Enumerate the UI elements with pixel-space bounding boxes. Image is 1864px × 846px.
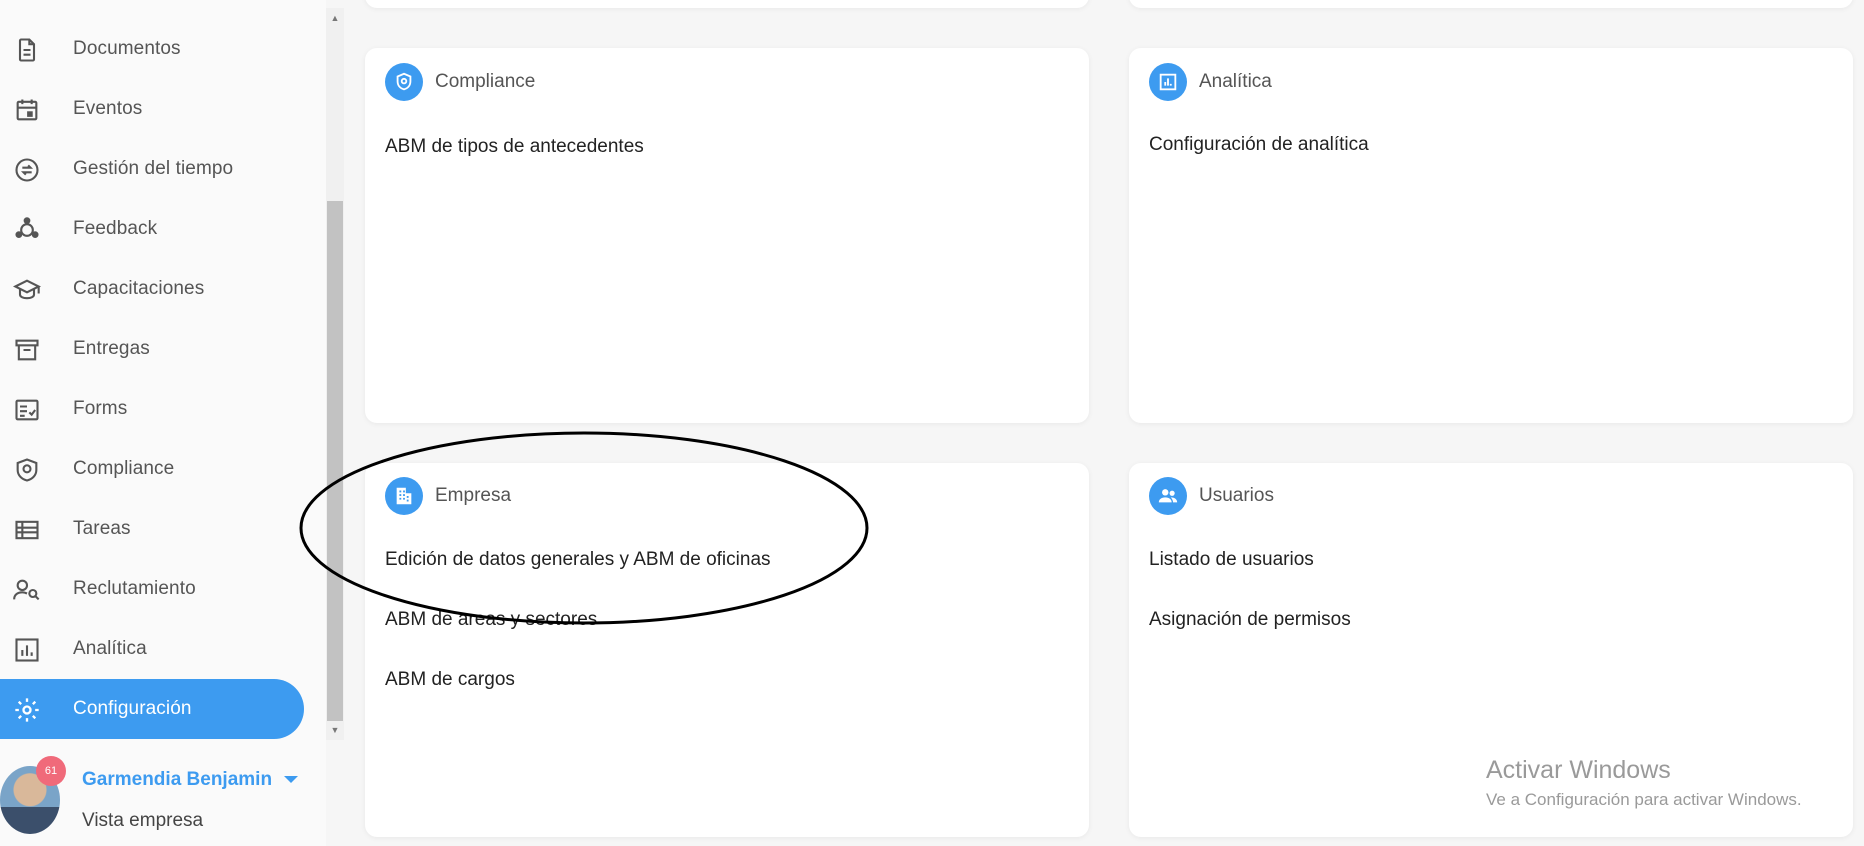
sidebar-item-entregas[interactable]: Entregas <box>0 319 304 379</box>
graduation-cap-icon <box>13 276 41 304</box>
bar-chart-icon <box>1149 63 1187 101</box>
sidebar-item-feedback[interactable]: Feedback <box>0 199 304 259</box>
card-partial-top-left <box>365 0 1089 8</box>
link-configuracion-analitica[interactable]: Configuración de analítica <box>1149 134 1369 156</box>
card-header: Compliance <box>385 63 535 101</box>
card-header: Empresa <box>385 477 511 515</box>
sidebar-item-configuracion[interactable]: Configuración <box>0 679 304 739</box>
sidebar-item-label: Feedback <box>73 218 158 239</box>
empresa-card: Empresa Edición de datos generales y ABM… <box>365 463 1089 837</box>
sidebar: Documentos Eventos Gestión del tiempo Fe… <box>0 0 326 846</box>
sidebar-item-reclutamiento[interactable]: Reclutamiento <box>0 559 304 619</box>
windows-activation-title: Activar Windows <box>1486 756 1671 784</box>
time-exchange-icon <box>13 156 41 184</box>
archive-box-icon <box>13 336 41 364</box>
sidebar-item-label: Compliance <box>73 458 175 479</box>
sidebar-item-label: Eventos <box>73 98 143 119</box>
sidebar-item-label: Documentos <box>73 38 181 59</box>
chevron-down-icon[interactable] <box>284 776 298 783</box>
user-view-label: Vista empresa <box>82 810 204 831</box>
sidebar-item-label: Configuración <box>73 698 192 719</box>
card-header: Analítica <box>1149 63 1272 101</box>
task-list-icon <box>13 516 41 544</box>
card-title: Analítica <box>1199 71 1272 92</box>
sidebar-item-label: Capacitaciones <box>73 278 205 299</box>
sidebar-scrollbar[interactable]: ▲ ▼ <box>326 8 344 740</box>
card-partial-top-right <box>1129 0 1853 8</box>
card-title: Empresa <box>435 485 512 506</box>
shield-icon <box>385 63 423 101</box>
sidebar-item-label: Reclutamiento <box>73 578 196 599</box>
compliance-card: Compliance ABM de tipos de antecedentes <box>365 48 1089 423</box>
notification-badge[interactable]: 61 <box>36 756 66 786</box>
document-icon <box>13 36 41 64</box>
checklist-form-icon <box>13 396 41 424</box>
sidebar-item-label: Entregas <box>73 338 150 359</box>
sidebar-item-label: Forms <box>73 398 128 419</box>
gear-icon <box>13 696 41 724</box>
feedback-icon <box>13 216 41 244</box>
sidebar-item-label: Tareas <box>73 518 131 539</box>
sidebar-item-gestion-del-tiempo[interactable]: Gestión del tiempo <box>0 139 304 199</box>
building-icon <box>385 477 423 515</box>
link-abm-areas-sectores[interactable]: ABM de areas y sectores <box>385 609 597 631</box>
sidebar-item-analitica[interactable]: Analítica <box>0 619 304 679</box>
sidebar-item-label: Gestión del tiempo <box>73 158 234 179</box>
user-name[interactable]: Garmendia Benjamin <box>82 769 272 791</box>
sidebar-item-forms[interactable]: Forms <box>0 379 304 439</box>
link-edicion-datos-generales[interactable]: Edición de datos generales y ABM de ofic… <box>385 549 771 571</box>
bar-chart-icon <box>13 636 41 664</box>
shield-icon <box>13 456 41 484</box>
scroll-thumb[interactable] <box>327 201 343 721</box>
sidebar-item-compliance[interactable]: Compliance <box>0 439 304 499</box>
scroll-up-arrow-icon[interactable]: ▲ <box>329 12 341 24</box>
card-title: Compliance <box>435 71 536 92</box>
person-search-icon <box>13 576 41 604</box>
card-header: Usuarios <box>1149 477 1274 515</box>
sidebar-item-capacitaciones[interactable]: Capacitaciones <box>0 259 304 319</box>
analitica-card: Analítica Configuración de analítica <box>1129 48 1853 423</box>
windows-activation-subtitle: Ve a Configuración para activar Windows. <box>1486 790 1802 809</box>
link-abm-cargos[interactable]: ABM de cargos <box>385 669 515 691</box>
sidebar-item-label: Analítica <box>73 638 147 659</box>
card-title: Usuarios <box>1199 485 1274 506</box>
users-icon <box>1149 477 1187 515</box>
link-asignacion-permisos[interactable]: Asignación de permisos <box>1149 609 1351 631</box>
calendar-icon <box>13 96 41 124</box>
link-listado-usuarios[interactable]: Listado de usuarios <box>1149 549 1314 571</box>
scroll-down-arrow-icon[interactable]: ▼ <box>329 724 341 736</box>
link-abm-tipos-antecedentes[interactable]: ABM de tipos de antecedentes <box>385 136 644 158</box>
sidebar-item-tareas[interactable]: Tareas <box>0 499 304 559</box>
sidebar-item-documentos[interactable]: Documentos <box>0 19 304 79</box>
sidebar-item-eventos[interactable]: Eventos <box>0 79 304 139</box>
